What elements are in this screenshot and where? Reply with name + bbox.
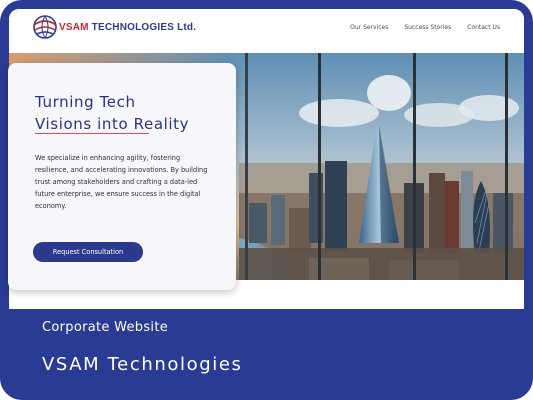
nav-item-contact-us[interactable]: Contact Us [467, 24, 500, 31]
top-navigation: VSAM TECHNOLOGIES Ltd. Our Services Succ… [9, 9, 524, 53]
nav-item-success-stories[interactable]: Success Stories [404, 24, 451, 31]
request-consultation-button[interactable]: Request Consultation [33, 242, 143, 262]
portfolio-card: VSAM TECHNOLOGIES Ltd. Our Services Succ… [0, 0, 533, 400]
nav-item-our-services[interactable]: Our Services [350, 24, 388, 31]
headline-underline [35, 133, 149, 134]
hero-headline: Turning Tech Visions into Reality [35, 91, 225, 135]
globe-logo-icon[interactable] [31, 13, 59, 41]
project-client-caption: VSAM Technologies [42, 354, 243, 375]
hero-headline-line1: Turning Tech [35, 93, 136, 111]
hero-headline-line2: Visions into Reality [35, 115, 190, 133]
project-type-caption: Corporate Website [42, 320, 169, 335]
nav-menu: Our Services Success Stories Contact Us [350, 24, 500, 31]
brand-name-part1: VSAM [59, 22, 89, 33]
hero-text-panel: Turning Tech Visions into Reality We spe… [8, 63, 236, 290]
brand-name-part2: TECHNOLOGIES Ltd. [88, 22, 197, 33]
hero-paragraph: We specialize in enhancing agility, fost… [35, 154, 208, 210]
brand-name[interactable]: VSAM TECHNOLOGIES Ltd. [59, 22, 196, 33]
